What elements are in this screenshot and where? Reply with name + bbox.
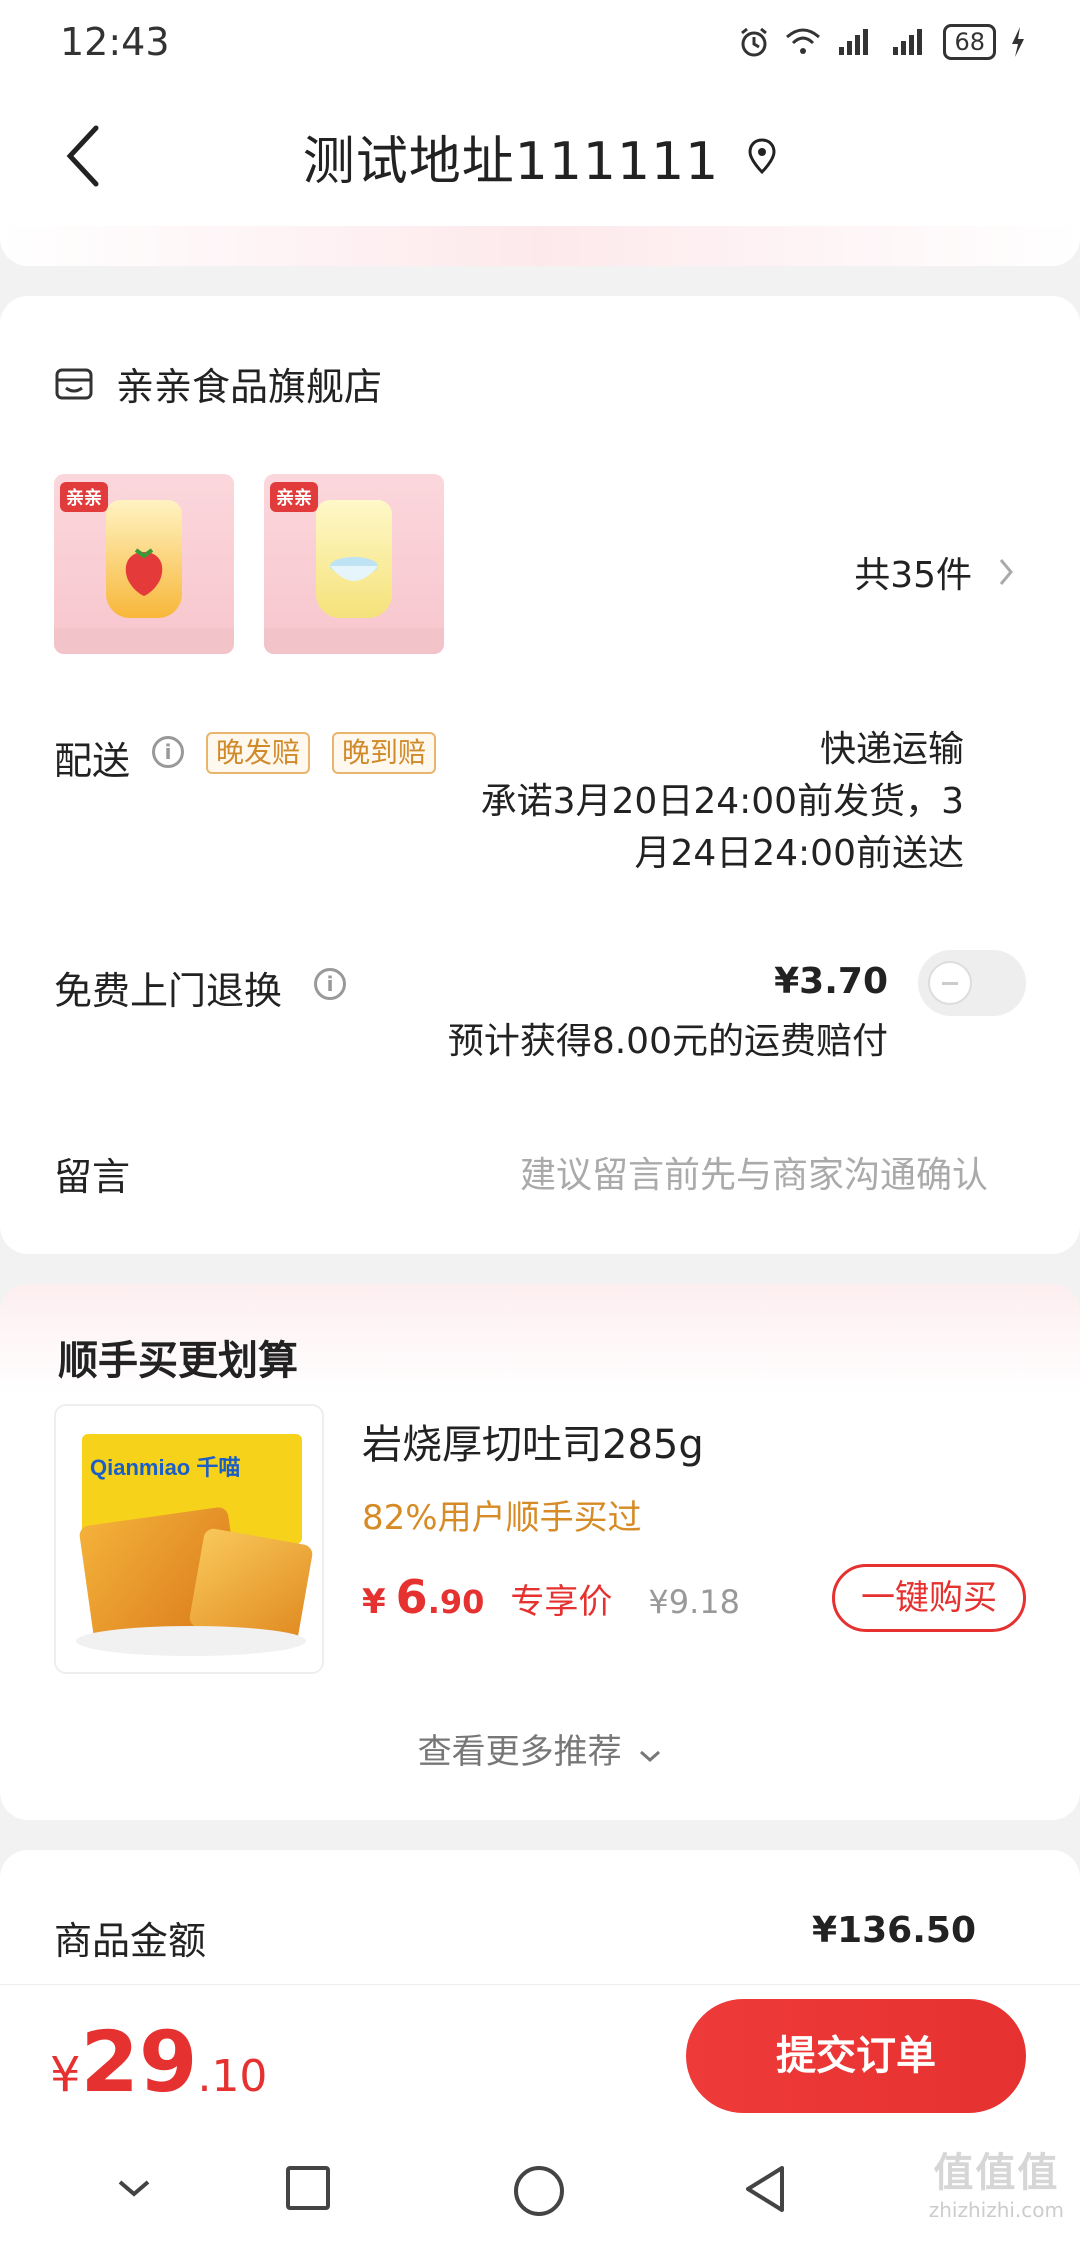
page-title[interactable]: 测试地址111111: [303, 119, 720, 194]
status-bar: 12:43 68: [0, 0, 1080, 84]
product-caption: [54, 628, 234, 654]
wifi-icon: [786, 28, 821, 54]
watermark-site: zhizhizhi.com: [928, 2198, 1064, 2222]
recommendation-card: 顺手买更划算 Qianmiao 千喵 岩烧厚切吐司285g 82%用户顺手买过 …: [0, 1284, 1080, 1820]
info-icon[interactable]: i: [152, 736, 184, 768]
free-return-label: 免费上门退换: [54, 969, 283, 1013]
one-click-buy-button[interactable]: 一键购买: [832, 1564, 1026, 1632]
strawberry-image: [125, 548, 163, 596]
plate: [76, 1626, 306, 1656]
yogurt-image: [330, 557, 378, 581]
total-decimal: .10: [197, 2051, 268, 2102]
delivery-label: 配送: [54, 739, 131, 783]
exclusive-price-label: 专享价: [510, 1582, 613, 1622]
system-nav-bar: [0, 2134, 1080, 2244]
location-pin-icon: [748, 138, 776, 174]
back-triangle-icon[interactable]: [742, 2164, 790, 2214]
signal-icon: [839, 29, 869, 55]
recents-square-icon[interactable]: [284, 2164, 332, 2212]
price-integer: 6: [395, 1570, 428, 1624]
home-circle-icon[interactable]: [512, 2164, 566, 2218]
total-integer: 29: [80, 2013, 198, 2111]
goods-amount-label: 商品金额: [54, 1919, 207, 1963]
address-card-bottom: [0, 226, 1080, 266]
brand-badge: 亲亲: [60, 482, 108, 512]
item-count[interactable]: 共35件: [854, 546, 1014, 598]
return-compensation-note: 预计获得8.00元的运费赔付: [447, 1021, 888, 1062]
goods-amount-value: ¥136.50: [812, 1910, 976, 1951]
product-brand-text: Qianmiao 千喵: [90, 1455, 241, 1480]
recommendation-product-name[interactable]: 岩烧厚切吐司285g: [362, 1412, 704, 1470]
recommendation-buyers: 82%用户顺手买过: [362, 1498, 642, 1538]
store-order-card: 亲亲食品旗舰店 亲亲 亲亲 共35件 配送 i 晚发赔 晚到赔 快递运输 承诺3…: [0, 296, 1080, 1254]
more-recommendations-label: 查看更多推荐: [417, 1732, 622, 1772]
delivery-info: 快递运输 承诺3月20日24:00前发货，3 月24日24:00前送达: [481, 724, 964, 880]
chevron-down-icon: [640, 1750, 661, 1763]
quantity-label: 共35件: [854, 555, 972, 596]
more-recommendations[interactable]: 查看更多推荐: [0, 1724, 1080, 1773]
watermark: 值值值 zhizhizhi.com: [929, 2140, 1064, 2222]
signal-icon-2: [893, 29, 923, 55]
charging-icon: [1012, 27, 1024, 57]
alarm-icon: [741, 27, 768, 57]
status-icons: 68: [737, 24, 1026, 60]
store-row[interactable]: 亲亲食品旗舰店: [54, 356, 382, 411]
original-price: ¥9.18: [648, 1583, 740, 1621]
back-icon[interactable]: [56, 120, 116, 192]
delivery-promise-line1: 承诺3月20日24:00前发货，3: [480, 781, 964, 822]
delivery-promise-line2: 月24日24:00前送达: [634, 833, 964, 874]
checkout-footer: ¥ 29 .10 提交订单: [0, 1984, 1080, 2134]
toggle-knob: [928, 961, 972, 1005]
status-time: 12:43: [60, 20, 170, 64]
product-caption: [264, 628, 444, 654]
recommendation-price: ¥ 6 .90 专享价 ¥9.18: [362, 1570, 740, 1624]
product-thumbnail-1[interactable]: 亲亲: [54, 474, 234, 654]
toast-product-image[interactable]: Qianmiao 千喵: [54, 1404, 324, 1674]
total-currency: ¥: [50, 2047, 81, 2103]
product-thumbnail-2[interactable]: 亲亲: [264, 474, 444, 654]
store-icon: [55, 368, 93, 399]
brand-badge: 亲亲: [270, 482, 318, 512]
watermark-logo: 值值值: [933, 2150, 1060, 2196]
comment-input[interactable]: 建议留言前先与商家沟通确认: [520, 1146, 988, 1198]
late-arrival-compensation-tag: 晚到赔: [332, 732, 437, 774]
chevron-right-icon: [999, 559, 1013, 585]
store-name: 亲亲食品旗舰店: [116, 365, 383, 409]
address-header[interactable]: 测试地址111111: [0, 84, 1080, 228]
recommendation-title: 顺手买更划算: [58, 1338, 298, 1384]
late-ship-compensation-tag: 晚发赔: [206, 732, 311, 774]
delivery-method: 快递运输: [819, 729, 964, 770]
total-price: ¥ 29 .10: [50, 2013, 267, 2111]
price-decimal: .90: [427, 1583, 485, 1621]
free-return-toggle[interactable]: [918, 950, 1026, 1016]
submit-order-button[interactable]: 提交订单: [686, 1999, 1026, 2113]
chevron-down-icon[interactable]: [110, 2164, 158, 2212]
price-currency: ¥: [362, 1582, 386, 1622]
info-icon[interactable]: i: [314, 968, 346, 1000]
battery-indicator: 68: [943, 24, 996, 60]
comment-label: 留言: [54, 1155, 131, 1199]
return-price: ¥3.70: [774, 961, 888, 1002]
